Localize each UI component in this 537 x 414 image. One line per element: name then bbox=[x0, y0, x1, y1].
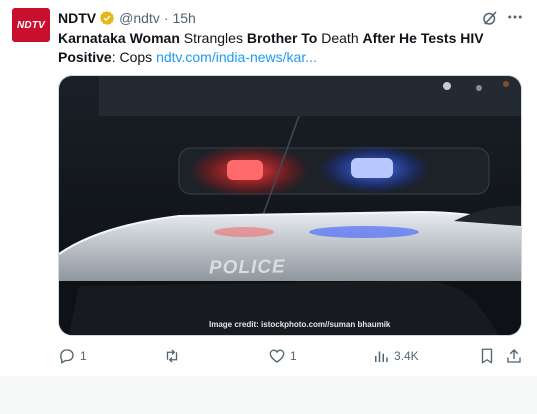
reply-button[interactable]: 1 bbox=[58, 346, 87, 366]
headline-text-3: : Cops bbox=[111, 49, 157, 65]
like-count: 1 bbox=[290, 349, 297, 363]
reply-icon bbox=[60, 349, 74, 364]
tweet-card[interactable]: NDTV NDTV @ndtv · 15h Karnataka Woman St… bbox=[0, 0, 537, 376]
heart-icon bbox=[269, 349, 285, 363]
tweet-actions: 1 1 3.4K bbox=[58, 346, 528, 368]
bookmark-button[interactable] bbox=[478, 346, 496, 366]
tweet-text: Karnataka Woman Strangles Brother To Dea… bbox=[58, 29, 528, 67]
article-link[interactable]: ndtv.com/india-news/kar... bbox=[156, 49, 317, 65]
image-credit: Image credit: istockphoto.com//suman bha… bbox=[209, 320, 391, 329]
headline-bold-2: Brother To bbox=[246, 30, 318, 46]
views-button[interactable]: 3.4K bbox=[372, 346, 419, 366]
bookmark-icon bbox=[481, 348, 493, 364]
retweet-icon bbox=[166, 349, 178, 363]
separator-dot: · bbox=[163, 10, 169, 26]
like-button[interactable]: 1 bbox=[268, 346, 297, 366]
tweet-image[interactable]: POLICE Image credit: istockphoto.com//su… bbox=[58, 75, 522, 336]
retweet-button[interactable] bbox=[163, 346, 185, 366]
headline-bold-1: Karnataka Woman bbox=[58, 30, 180, 46]
author-name[interactable]: NDTV bbox=[58, 10, 96, 26]
tweet-header: NDTV @ndtv · 15h bbox=[58, 9, 196, 27]
timeline-background bbox=[0, 376, 537, 414]
police-car-photo bbox=[59, 76, 521, 335]
author-handle[interactable]: @ndtv bbox=[119, 10, 160, 26]
share-icon bbox=[507, 349, 521, 363]
grok-icon[interactable] bbox=[481, 9, 499, 27]
share-button[interactable] bbox=[505, 346, 523, 366]
reply-count: 1 bbox=[80, 349, 87, 363]
verified-badge-icon bbox=[99, 11, 115, 25]
police-lettering: POLICE bbox=[208, 256, 286, 279]
views-chart-icon bbox=[375, 351, 388, 362]
headline-text-1: Strangles bbox=[179, 30, 247, 46]
more-options-icon[interactable] bbox=[506, 8, 524, 26]
avatar-logo-text: NDTV bbox=[16, 19, 46, 31]
view-count: 3.4K bbox=[394, 349, 419, 363]
tweet-time[interactable]: 15h bbox=[172, 10, 195, 26]
avatar[interactable]: NDTV bbox=[12, 8, 50, 42]
headline-text-2: Death bbox=[317, 30, 363, 46]
